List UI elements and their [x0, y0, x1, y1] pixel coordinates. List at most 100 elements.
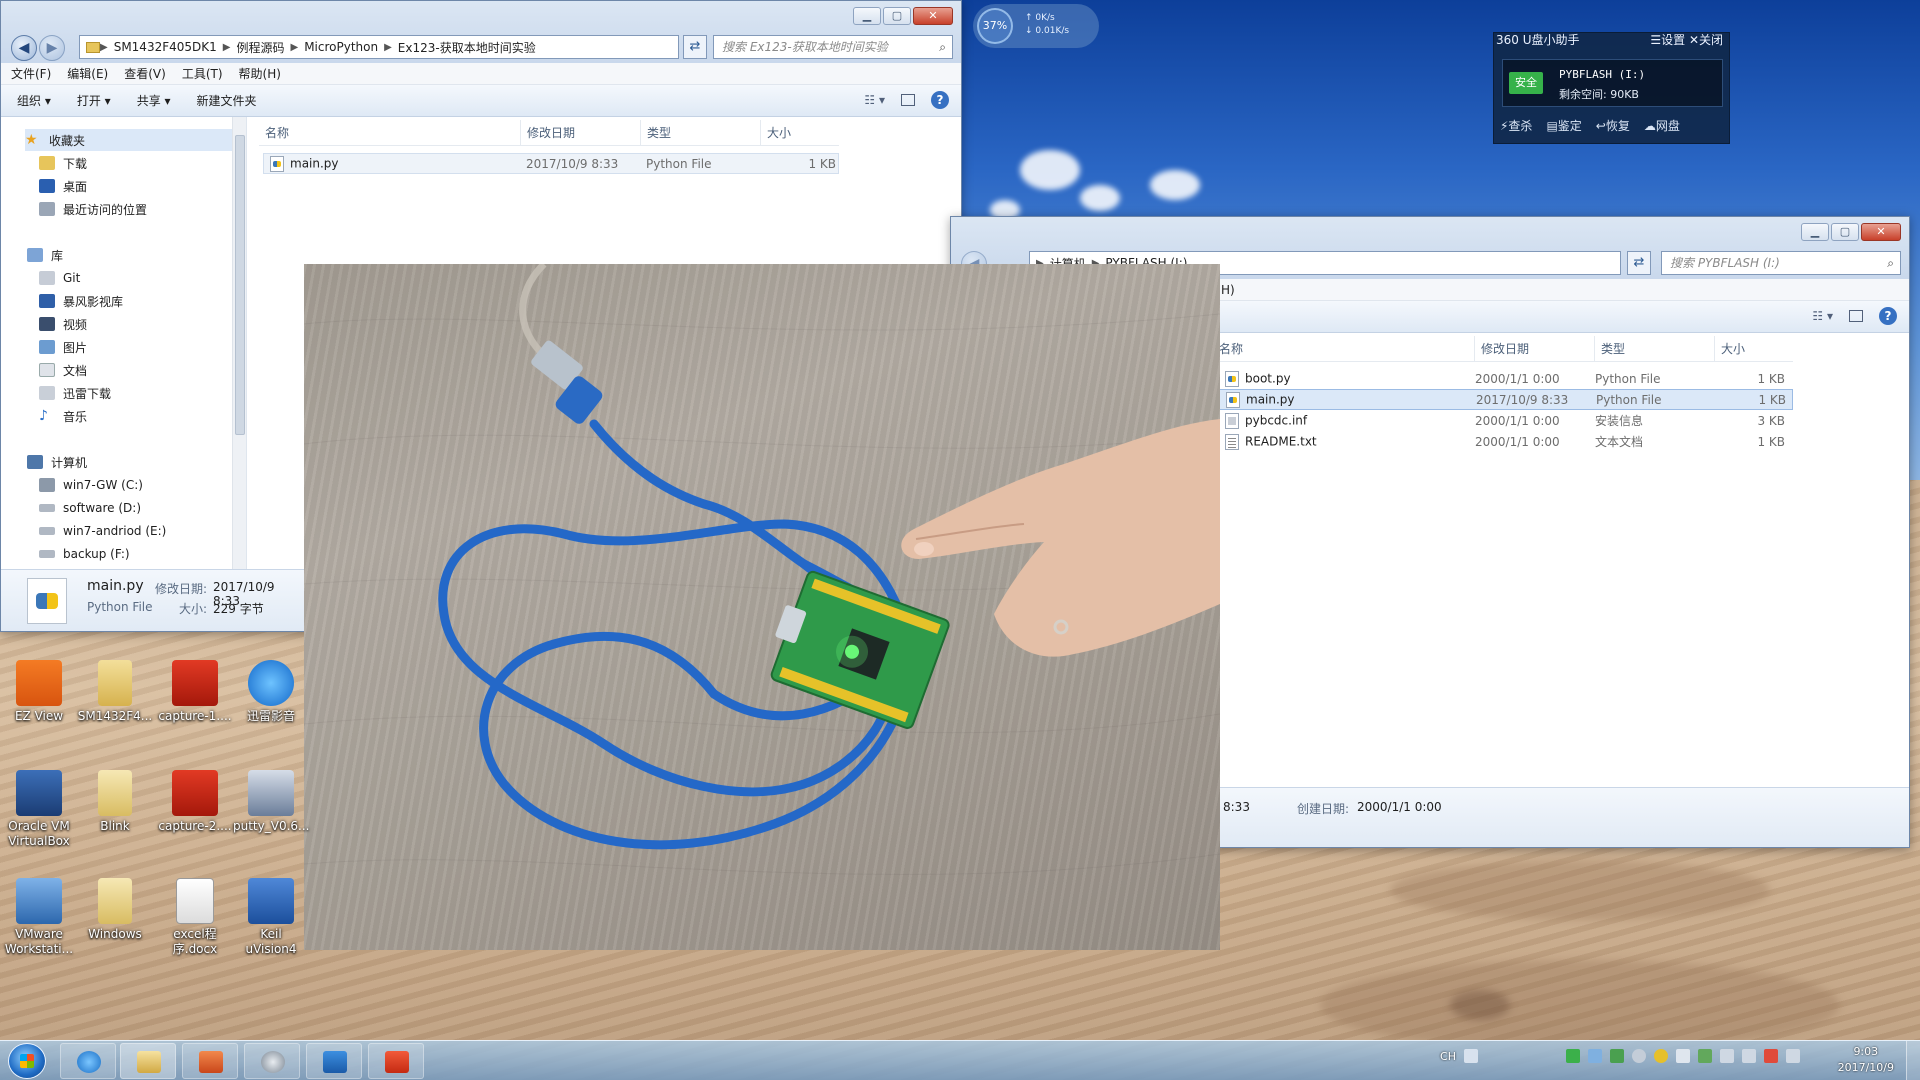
- network-globe-icon[interactable]: [1632, 1049, 1646, 1063]
- usb-identify-button[interactable]: ▤鉴定: [1546, 117, 1581, 134]
- desktop-icon-ezview[interactable]: EZ View: [1, 660, 77, 724]
- file-row[interactable]: boot.py 2000/1/1 0:00 Python File 1 KB: [1219, 368, 1793, 389]
- search-input[interactable]: 搜索 PYBFLASH (I:) ⌕: [1661, 251, 1901, 275]
- nav-videos[interactable]: 视频: [39, 313, 87, 335]
- nav-music[interactable]: ♪ 音乐: [39, 405, 87, 427]
- desktop-icon-virtualbox[interactable]: Oracle VM VirtualBox: [1, 770, 77, 849]
- breadcrumb-segment[interactable]: SM1432F405DK1: [114, 40, 217, 54]
- refresh-button[interactable]: ⇄: [683, 35, 707, 59]
- file-row[interactable]: pybcdc.inf 2000/1/1 0:00 安装信息 3 KB: [1219, 410, 1793, 431]
- address-bar[interactable]: ▶ SM1432F405DK1 ▶ 例程源码 ▶ MicroPython ▶ E…: [79, 35, 679, 59]
- open-button[interactable]: 打开 ▾: [77, 92, 111, 109]
- keyboard-icon[interactable]: [1464, 1049, 1478, 1063]
- desktop-icon-folder-sm1432[interactable]: SM1432F4...: [77, 660, 153, 724]
- battery-icon[interactable]: [1566, 1049, 1580, 1063]
- view-options-icon[interactable]: ☷ ▾: [864, 93, 885, 107]
- nav-baofeng[interactable]: 暴风影视库: [39, 290, 123, 312]
- input-language[interactable]: CH: [1440, 1050, 1456, 1063]
- nav-documents[interactable]: 文档: [39, 359, 87, 381]
- security-shield-icon[interactable]: [1610, 1049, 1624, 1063]
- usb-restore-button[interactable]: ↩恢复: [1596, 117, 1630, 134]
- maximize-button[interactable]: ▢: [883, 7, 911, 25]
- preview-pane-icon[interactable]: [1849, 310, 1863, 322]
- network-warning-icon[interactable]: [1764, 1049, 1778, 1063]
- column-type[interactable]: 类型: [1595, 336, 1715, 361]
- menu-help[interactable]: H): [1221, 283, 1235, 297]
- taskbar-vscode[interactable]: [306, 1043, 362, 1079]
- menu-edit[interactable]: 编辑(E): [67, 65, 108, 82]
- desktop-icon-keil[interactable]: Keil uVision4: [233, 878, 309, 957]
- forward-button[interactable]: ▶: [39, 35, 65, 61]
- usb-close-link[interactable]: ✕关闭: [1689, 33, 1723, 47]
- desktop-icon-putty[interactable]: putty_V0.6...: [233, 770, 309, 834]
- maximize-button[interactable]: ▢: [1831, 223, 1859, 241]
- minimize-button[interactable]: ▁: [853, 7, 881, 25]
- network-speed-widget[interactable]: 37% ↑ 0K/s ↓ 0.01K/s: [973, 4, 1099, 48]
- column-size[interactable]: 大小: [1715, 336, 1793, 361]
- breadcrumb-segment[interactable]: Ex123-获取本地时间实验: [398, 39, 536, 56]
- column-size[interactable]: 大小: [761, 120, 839, 145]
- nav-downloads[interactable]: 下载: [39, 152, 87, 174]
- nav-git[interactable]: Git: [39, 267, 80, 289]
- breadcrumb-segment[interactable]: MicroPython: [304, 40, 378, 54]
- desktop-icon-vmware[interactable]: VMware Workstati...: [1, 878, 77, 957]
- nav-libraries[interactable]: 库: [27, 244, 63, 266]
- desktop-icon-capture2[interactable]: capture-2....: [157, 770, 233, 834]
- nav-favorites[interactable]: ★ 收藏夹: [25, 129, 246, 151]
- menu-tools[interactable]: 工具(T): [182, 65, 223, 82]
- nav-pictures[interactable]: 图片: [39, 336, 87, 358]
- start-button[interactable]: [8, 1043, 46, 1079]
- preview-pane-icon[interactable]: [901, 94, 915, 106]
- taskbar-camera[interactable]: [244, 1043, 300, 1079]
- usb-icon[interactable]: [1588, 1049, 1602, 1063]
- desktop-icon-windows-folder[interactable]: Windows: [77, 878, 153, 942]
- new-folder-button[interactable]: 新建文件夹: [197, 92, 257, 109]
- nav-drive-e[interactable]: win7-andriod (E:): [39, 520, 166, 542]
- display-icon[interactable]: [1786, 1049, 1800, 1063]
- nav-drive-f[interactable]: backup (F:): [39, 543, 130, 565]
- column-type[interactable]: 类型: [641, 120, 761, 145]
- column-date[interactable]: 修改日期: [1475, 336, 1595, 361]
- view-options-icon[interactable]: ☷ ▾: [1812, 309, 1833, 323]
- nav-drive-d[interactable]: software (D:): [39, 497, 141, 519]
- taskbar-ie[interactable]: [60, 1043, 116, 1079]
- volume-icon[interactable]: [1720, 1049, 1734, 1063]
- menu-file[interactable]: 文件(F): [11, 65, 51, 82]
- usb-drive-card[interactable]: 安全 PYBFLASH (I:) 剩余空间: 90KB: [1502, 59, 1723, 107]
- taskbar-capture-app[interactable]: [368, 1043, 424, 1079]
- menu-help[interactable]: 帮助(H): [239, 65, 281, 82]
- usb-cloud-button[interactable]: ☁网盘: [1644, 117, 1680, 134]
- column-date[interactable]: 修改日期: [521, 120, 641, 145]
- share-button[interactable]: 共享 ▾: [137, 92, 171, 109]
- close-button[interactable]: ✕: [1861, 223, 1901, 241]
- nav-drive-c[interactable]: win7-GW (C:): [39, 474, 143, 496]
- minimize-button[interactable]: ▁: [1801, 223, 1829, 241]
- organize-button[interactable]: 组织 ▾: [17, 92, 51, 109]
- defender-icon[interactable]: [1698, 1049, 1712, 1063]
- nav-desktop[interactable]: 桌面: [39, 175, 87, 197]
- taskbar-explorer[interactable]: [120, 1043, 176, 1079]
- menu-view[interactable]: 查看(V): [124, 65, 166, 82]
- nav-thunder[interactable]: 迅雷下载: [39, 382, 111, 404]
- column-name[interactable]: 名称: [1213, 336, 1475, 361]
- help-icon[interactable]: ?: [931, 91, 949, 109]
- refresh-button[interactable]: ⇄: [1627, 251, 1651, 275]
- help-icon[interactable]: ?: [1879, 307, 1897, 325]
- usb-scan-button[interactable]: ⚡查杀: [1500, 117, 1532, 134]
- speaker-icon[interactable]: [1742, 1049, 1756, 1063]
- 360-guard-icon[interactable]: [1654, 1049, 1668, 1063]
- breadcrumb-segment[interactable]: 例程源码: [236, 39, 284, 56]
- nav-computer[interactable]: 计算机: [27, 451, 87, 473]
- action-center-icon[interactable]: [1676, 1049, 1690, 1063]
- close-button[interactable]: ✕: [913, 7, 953, 25]
- clock[interactable]: 9:03 2017/10/9: [1838, 1044, 1894, 1076]
- scrollbar-thumb[interactable]: [235, 135, 245, 435]
- taskbar-powerpoint[interactable]: [182, 1043, 238, 1079]
- desktop-icon-capture1[interactable]: capture-1....: [157, 660, 233, 724]
- nav-recent[interactable]: 最近访问的位置: [39, 198, 147, 220]
- desktop-icon-xunlei[interactable]: 迅雷影音: [233, 660, 309, 724]
- desktop-icon-blink[interactable]: Blink: [77, 770, 153, 834]
- file-row-selected[interactable]: main.py 2017/10/9 8:33 Python File 1 KB: [1219, 389, 1793, 410]
- back-button[interactable]: ◀: [11, 35, 37, 61]
- file-row[interactable]: main.py 2017/10/9 8:33 Python File 1 KB: [263, 153, 839, 174]
